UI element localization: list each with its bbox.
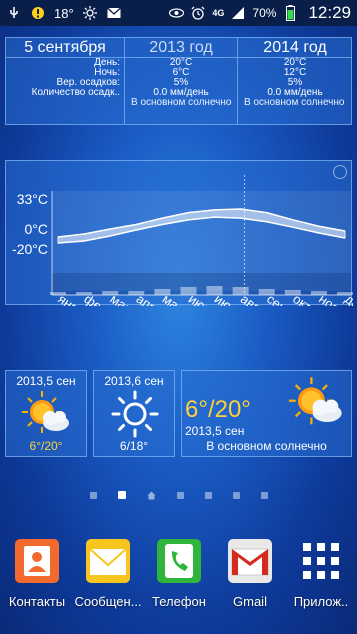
day1-temp: 6°/20° [29,439,63,453]
current-date: 2013,5 сен [185,424,245,438]
messages-icon[interactable] [86,539,130,583]
page-dot[interactable] [204,491,212,499]
status-temperature: 18° [54,5,74,21]
current-description: В основном солнечно [206,439,327,453]
sun-icon [111,390,159,438]
weather-widget-day2[interactable]: 2013,6 сен 6/18° [93,370,175,457]
app-label: Прилож.. [293,594,349,609]
year1-description: В основном солнечно [131,97,232,108]
alarm-icon [190,5,206,21]
app-contacts[interactable]: Контакты [0,539,74,609]
page-indicator[interactable] [0,488,357,502]
row-label-precip-amount: Количество осадк.. [31,87,120,98]
contacts-icon[interactable] [15,539,59,583]
sun-status-icon [82,5,98,21]
page-dot[interactable] [176,491,184,499]
day2-temp: 6/18° [119,439,149,453]
year1-header: 2013 год [125,38,237,58]
year2-description: В основном солнечно [244,97,345,108]
y-tick-label: 33°C [17,191,48,207]
signal-icon [230,5,246,21]
usb-icon [6,5,22,21]
app-label: Телефон [152,594,206,609]
page-dot-active[interactable] [117,491,126,499]
alert-icon [30,5,46,21]
apps-grid-icon[interactable] [299,539,343,583]
annual-temperature-chart-widget[interactable]: 33°C 0°C -20°C янв фев мар апр мая июн июл авг сен о… [5,160,353,306]
day1-date: 2013,5 сен [16,374,76,388]
app-phone[interactable]: Телефон [142,539,216,609]
page-dot[interactable] [89,491,97,499]
app-label: Gmail [233,594,267,609]
gmail-icon[interactable] [228,539,272,583]
y-tick-label: -20°C [12,241,48,257]
sun-cloud-icon [22,391,69,433]
clock-icon[interactable] [333,165,347,179]
precip-band [52,273,351,295]
status-bar: 18° 4G 70% 12:29 [0,0,357,26]
date-header: 5 сентября [6,38,124,58]
clock-time: 12:29 [308,3,351,22]
weather-widget-day1[interactable]: 2013,5 сен 6°/20° [5,370,87,457]
mail-icon [106,5,122,21]
current-temp: 6°/20° [185,396,251,423]
battery-percent: 70% [252,6,277,20]
labels-column: 5 сентября День: Ночь: Вер. осадков: Кол… [6,38,124,124]
temperature-chart: 33°C0°C-20°Cянв февмарапр маяиюниюлавг сен о… [12,175,353,306]
app-drawer[interactable]: Прилож.. [284,539,357,609]
app-label: Контакты [8,594,66,609]
y-tick-label: 0°C [25,221,49,237]
battery-icon [282,5,298,21]
sun-cloud-icon [289,377,342,425]
year1-column: 2013 год 20°C 6°C 5% 0.0 мм/день В основ… [124,38,237,124]
weather-comparison-widget[interactable]: 5 сентября День: Ночь: Вер. осадков: Кол… [5,37,352,125]
day2-date: 2013,6 сен [104,374,164,388]
page-dot[interactable] [260,491,268,499]
phone-icon[interactable] [157,539,201,583]
weather-widget-current[interactable]: 6°/20° 2013,5 сен В основном солнечно [181,370,352,457]
home-page-icon[interactable] [147,491,156,500]
year2-column: 2014 год 20°C 12°C 5% 0.0 мм/день В осно… [237,38,352,124]
app-gmail[interactable]: Gmail [213,539,287,609]
page-dot[interactable] [232,491,240,499]
app-dock: Контакты Сообщен... Телефон Gmail Прилож… [0,534,357,634]
eye-icon [168,5,184,21]
app-messages[interactable]: Сообщен... [71,539,145,609]
network-type: 4G [212,7,225,18]
year2-header: 2014 год [238,38,352,58]
app-label: Сообщен... [74,594,142,609]
